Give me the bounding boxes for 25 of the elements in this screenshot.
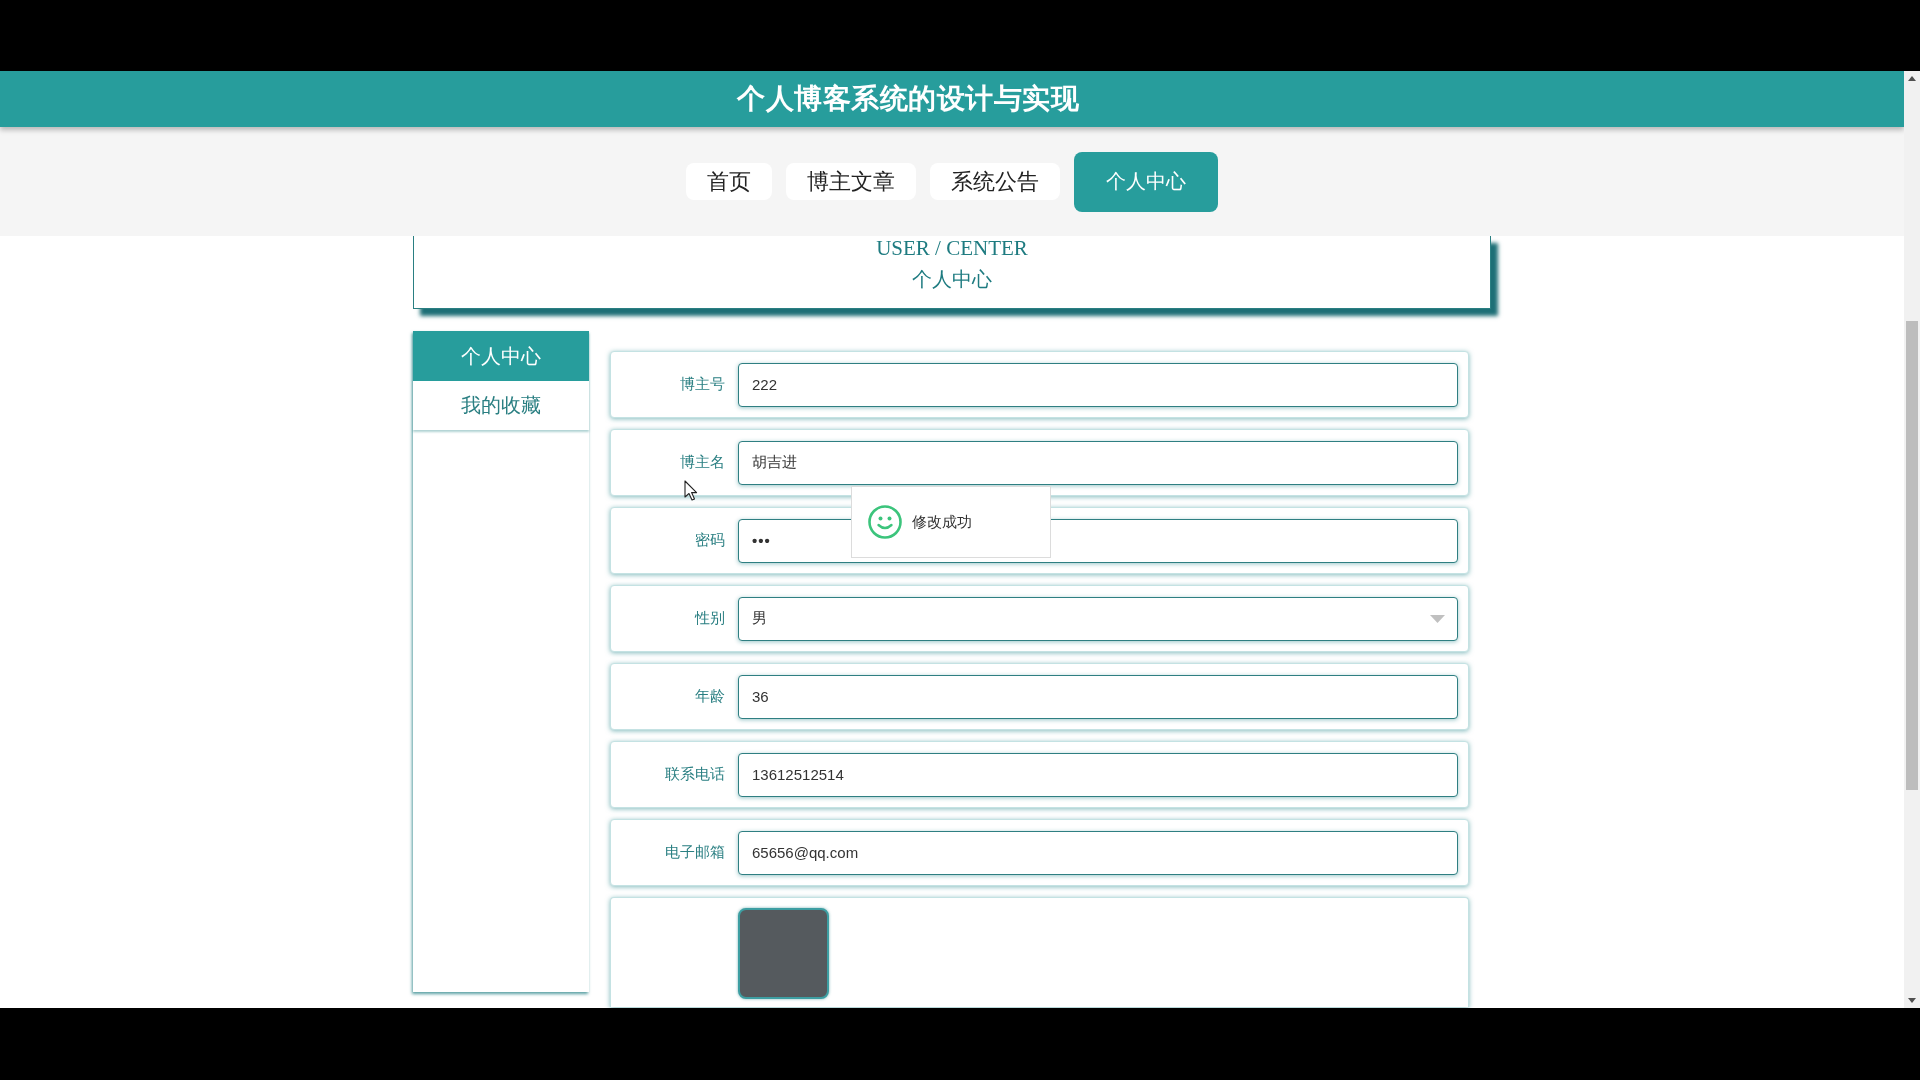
text-field[interactable]: 222 <box>738 362 1458 407</box>
nav-tab[interactable]: 博主文章 <box>786 163 916 200</box>
field-label: 密码 <box>694 531 725 550</box>
site-title: 个人博客系统的设计与实现 <box>737 82 1079 116</box>
caret-icon <box>1430 614 1445 623</box>
field-label: 联系电话 <box>664 765 725 784</box>
nav-tab[interactable]: 系统公告 <box>930 163 1060 200</box>
field-label: 电子邮箱 <box>664 843 725 862</box>
scrollbar-thumb[interactable] <box>1906 321 1918 790</box>
text-field[interactable]: 13612512514 <box>738 752 1458 797</box>
text-field[interactable]: 胡吉进 <box>738 440 1458 485</box>
scroll-down-icon[interactable] <box>1908 998 1916 1003</box>
banner-title: USER / CENTER <box>876 236 1028 260</box>
banner-subtitle: 个人中心 <box>912 267 992 291</box>
select-field[interactable]: 男 <box>738 596 1458 641</box>
field-label: 年龄 <box>694 687 725 706</box>
sidebar-item[interactable]: 我的收藏 <box>413 381 589 430</box>
text-field[interactable]: 36 <box>738 674 1458 719</box>
nav-tab[interactable]: 首页 <box>686 163 772 200</box>
field-label: 博主号 <box>679 375 725 394</box>
field-label: 博主名 <box>679 453 725 472</box>
field-label: 性别 <box>693 609 725 628</box>
smiley-icon <box>868 505 902 539</box>
scroll-up-icon[interactable] <box>1908 76 1916 81</box>
text-field[interactable]: 65656@qq.com <box>738 830 1458 875</box>
